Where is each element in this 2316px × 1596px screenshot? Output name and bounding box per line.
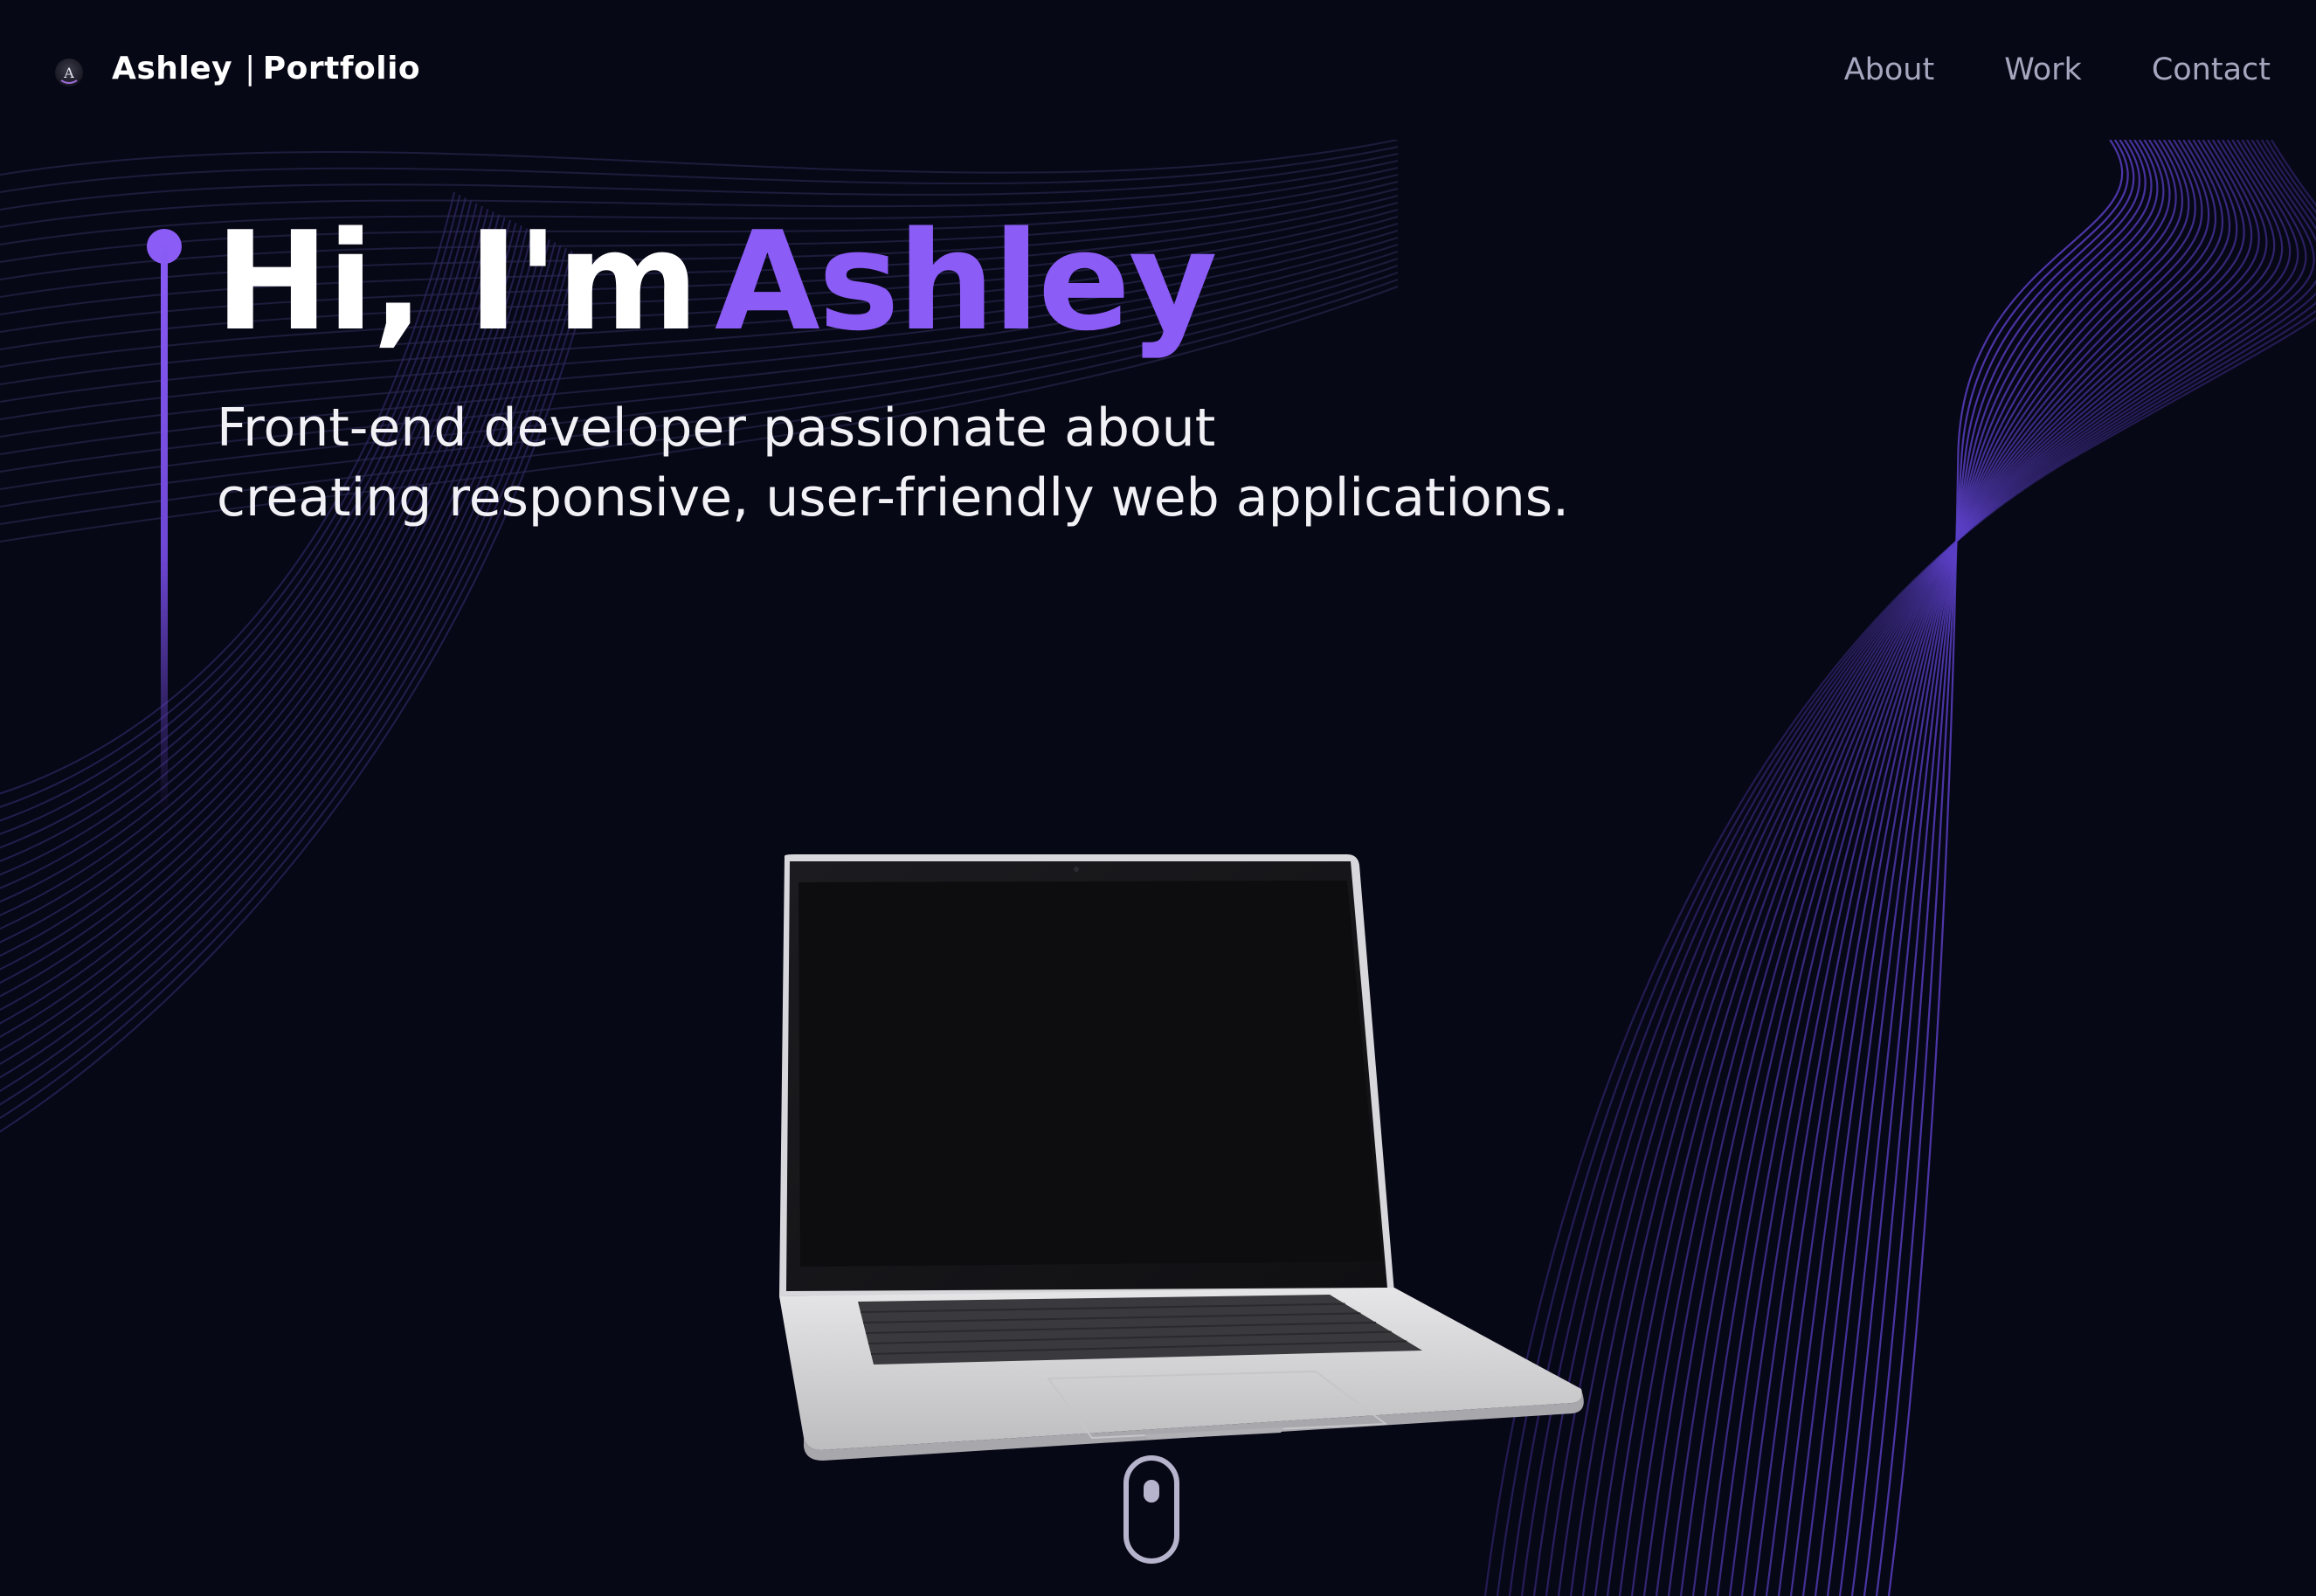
- scroll-down-indicator[interactable]: [1123, 1455, 1179, 1564]
- wave-line: [1581, 139, 2292, 1596]
- wave-line: [1740, 139, 2196, 1596]
- nav-link-contact[interactable]: Contact: [2152, 52, 2271, 87]
- main-nav: About Work Contact: [1844, 52, 2271, 87]
- hero-title: Hi, I'm Ashley: [215, 213, 1218, 349]
- hero-greeting: Hi, I'm: [215, 202, 699, 361]
- wave-line: [1691, 139, 2224, 1596]
- brand-separator: |: [245, 51, 256, 86]
- accent-line: [161, 245, 168, 812]
- wave-line: [0, 259, 590, 1120]
- brand-name: Ashley: [112, 51, 233, 86]
- nav-link-work[interactable]: Work: [2004, 52, 2082, 87]
- site-header: A Ashley | Portfolio About Work Contact: [0, 0, 2316, 140]
- brand-suffix: Portfolio: [262, 51, 421, 86]
- wave-line: [1863, 139, 2135, 1596]
- wave-line: [1618, 139, 2268, 1596]
- wave-line: [1789, 139, 2171, 1596]
- wave-line: [0, 139, 1399, 176]
- wave-line: [0, 146, 1399, 193]
- wave-line: [0, 250, 573, 1079]
- laptop-image: [779, 854, 1584, 1461]
- a-letter-logo-icon[interactable]: A: [52, 56, 86, 89]
- hero-subtitle: Front-end developer passionate about crea…: [217, 393, 1877, 533]
- nav-link-about[interactable]: About: [1844, 52, 1934, 87]
- mouse-scroll-icon: [1144, 1480, 1159, 1503]
- brand-title[interactable]: Ashley | Portfolio: [112, 51, 420, 86]
- hero-subtitle-line1: Front-end developer passionate about: [217, 397, 1216, 459]
- wave-line: [0, 256, 584, 1106]
- svg-text:A: A: [63, 65, 74, 81]
- wave-line: [1557, 139, 2307, 1596]
- hero-name: Ashley: [714, 202, 1218, 361]
- wave-line: [0, 253, 578, 1093]
- wave-line: [1496, 139, 2316, 1596]
- wave-line: [1569, 139, 2299, 1596]
- hero-subtitle-line2: creating responsive, user-friendly web a…: [217, 467, 1570, 529]
- wave-line: [1667, 139, 2238, 1596]
- page: A Ashley | Portfolio About Work Contact Hi…: [0, 0, 2316, 1596]
